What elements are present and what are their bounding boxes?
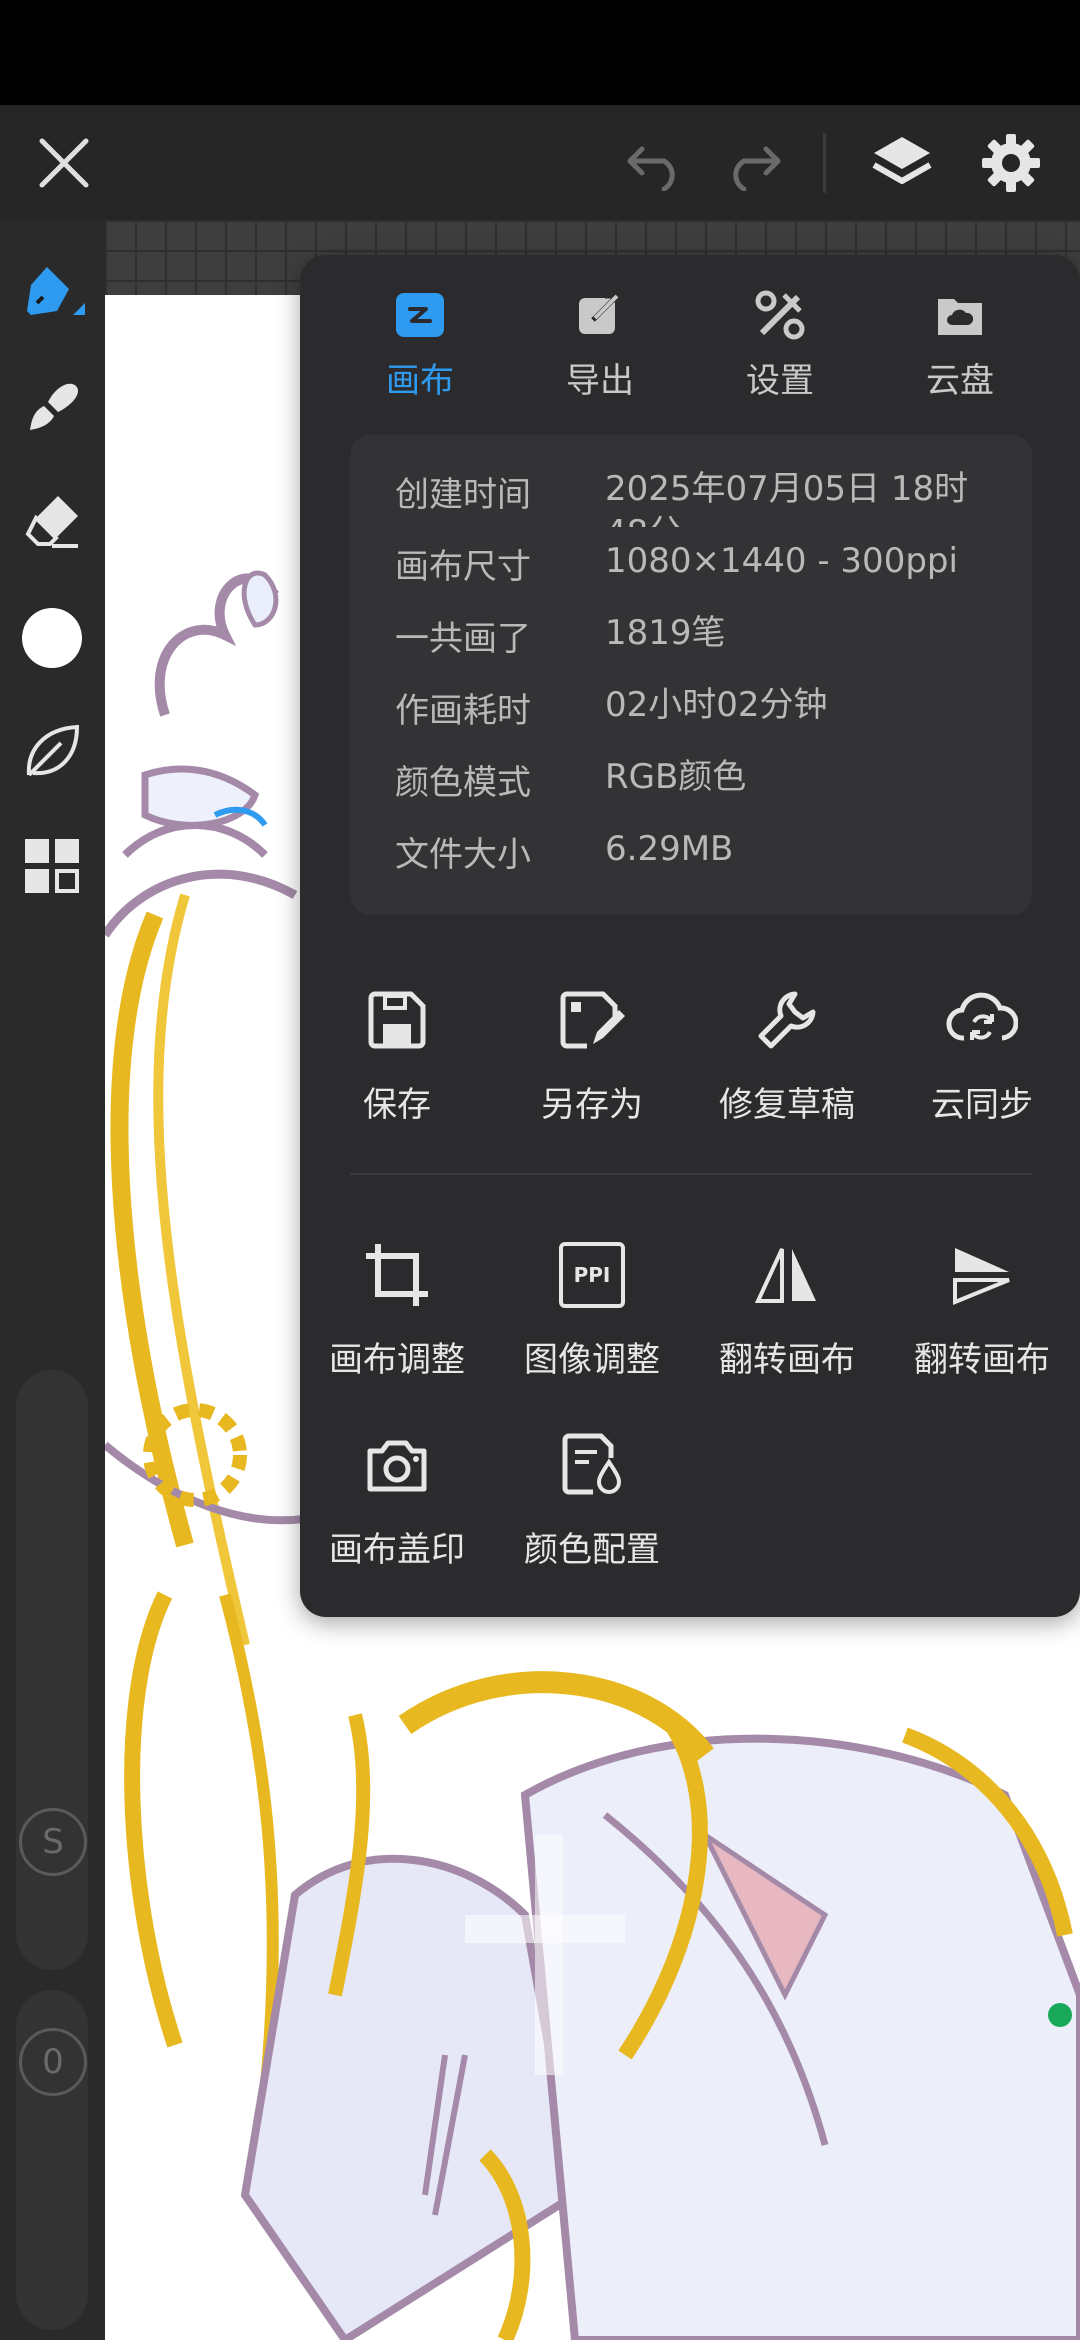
canvas-menu-panel: 画布 导出 设置 云盘 创建时间 2025年07月05日 18时48分 画布尺寸… bbox=[300, 255, 1080, 1617]
canvas-info-box: 创建时间 2025年07月05日 18时48分 画布尺寸 1080×1440 -… bbox=[350, 435, 1032, 915]
flip-vertical-icon bbox=[953, 1248, 1010, 1305]
crop-icon bbox=[366, 1244, 428, 1306]
color-dot[interactable] bbox=[16, 602, 88, 674]
eraser-icon[interactable] bbox=[16, 484, 88, 556]
action-label: 画布盖印 bbox=[329, 1530, 465, 1570]
slider-opacity-label: 0 bbox=[42, 2042, 64, 2082]
save-button[interactable]: 保存 bbox=[302, 975, 492, 1126]
image-adjust-button[interactable]: PPI 图像调整 bbox=[497, 1230, 687, 1381]
info-key: 一共画了 bbox=[395, 619, 531, 659]
pen-icon[interactable] bbox=[16, 258, 88, 330]
color-profile-icon bbox=[562, 1433, 622, 1495]
action-label: 颜色配置 bbox=[524, 1530, 660, 1570]
ppi-icon: PPI bbox=[559, 1242, 625, 1308]
tab-label: 设置 bbox=[746, 361, 814, 401]
tool-sidebar: S 0 bbox=[0, 220, 105, 2340]
info-row-file-size: 文件大小 6.29MB bbox=[395, 827, 995, 887]
info-value: 2025年07月05日 18时48分 bbox=[605, 469, 969, 527]
layers-icon[interactable] bbox=[866, 127, 938, 199]
info-key: 创建时间 bbox=[395, 475, 531, 515]
info-key: 文件大小 bbox=[395, 835, 531, 875]
info-value: 1819笔 bbox=[605, 613, 726, 653]
info-row-created: 创建时间 2025年07月05日 18时48分 bbox=[395, 467, 995, 527]
info-row-duration: 作画耗时 02小时02分钟 bbox=[395, 683, 995, 743]
tools-icon bbox=[755, 290, 805, 340]
info-row-size: 画布尺寸 1080×1440 - 300ppi bbox=[395, 539, 995, 599]
leaf-icon[interactable] bbox=[16, 716, 88, 788]
repair-draft-button[interactable]: 修复草稿 bbox=[692, 975, 882, 1126]
save-as-icon bbox=[560, 991, 625, 1049]
canvas-icon bbox=[396, 293, 444, 337]
redo-icon[interactable] bbox=[716, 127, 788, 199]
info-key: 作画耗时 bbox=[395, 691, 531, 731]
action-label: 画布调整 bbox=[329, 1340, 465, 1380]
tab-label: 导出 bbox=[566, 361, 634, 401]
action-label: 翻转画布 bbox=[914, 1340, 1050, 1380]
info-key: 画布尺寸 bbox=[395, 547, 531, 587]
tab-export[interactable]: 导出 bbox=[520, 285, 680, 402]
ppi-icon-text: PPI bbox=[573, 1263, 611, 1287]
grid-icon[interactable] bbox=[16, 830, 88, 902]
toolbar-divider bbox=[823, 133, 826, 193]
canvas-adjust-button[interactable]: 画布调整 bbox=[302, 1230, 492, 1381]
slider-size-label: S bbox=[42, 1822, 64, 1862]
canvas-stamp-button[interactable]: 画布盖印 bbox=[302, 1420, 492, 1571]
action-label: 修复草稿 bbox=[719, 1085, 855, 1125]
color-profile-button[interactable]: 颜色配置 bbox=[497, 1420, 687, 1571]
tab-canvas[interactable]: 画布 bbox=[340, 285, 500, 402]
info-row-color-mode: 颜色模式 RGB颜色 bbox=[395, 755, 995, 815]
info-row-strokes: 一共画了 1819笔 bbox=[395, 611, 995, 671]
info-key: 颜色模式 bbox=[395, 763, 531, 803]
tab-cloud-drive[interactable]: 云盘 bbox=[880, 285, 1040, 402]
info-value: RGB颜色 bbox=[605, 757, 747, 797]
flip-horizontal-icon bbox=[754, 1248, 816, 1303]
info-value: 02小时02分钟 bbox=[605, 685, 828, 725]
save-as-button[interactable]: 另存为 bbox=[497, 975, 687, 1126]
cloud-sync-button[interactable]: 云同步 bbox=[887, 975, 1077, 1126]
status-bar bbox=[0, 0, 1080, 105]
opacity-slider[interactable]: 0 bbox=[16, 1990, 88, 2330]
smudge-icon[interactable] bbox=[16, 370, 88, 442]
gear-icon[interactable] bbox=[975, 127, 1047, 199]
tab-label: 云盘 bbox=[926, 361, 994, 401]
info-value: 6.29MB bbox=[605, 829, 734, 869]
menu-divider bbox=[350, 1173, 1032, 1175]
export-icon bbox=[579, 293, 622, 334]
cloud-drive-icon bbox=[938, 299, 982, 335]
close-icon[interactable] bbox=[28, 127, 100, 199]
tab-label: 画布 bbox=[386, 361, 454, 401]
tab-settings[interactable]: 设置 bbox=[700, 285, 860, 402]
flip-canvas-horizontal-button[interactable]: 翻转画布 bbox=[692, 1230, 882, 1381]
top-toolbar bbox=[0, 105, 1080, 220]
flip-canvas-vertical-button[interactable]: 翻转画布 bbox=[887, 1230, 1077, 1381]
action-label: 另存为 bbox=[541, 1085, 643, 1125]
action-label: 云同步 bbox=[931, 1085, 1033, 1125]
action-label: 翻转画布 bbox=[719, 1340, 855, 1380]
cloud-sync-icon bbox=[946, 992, 1018, 1041]
brush-size-handle[interactable]: S bbox=[19, 1808, 87, 1876]
camera-icon bbox=[367, 1440, 427, 1492]
info-value: 1080×1440 - 300ppi bbox=[605, 541, 958, 581]
save-icon bbox=[368, 991, 426, 1049]
action-label: 保存 bbox=[363, 1085, 431, 1125]
brush-size-slider[interactable]: S bbox=[16, 1370, 88, 1970]
wrench-icon bbox=[758, 991, 816, 1049]
action-label: 图像调整 bbox=[524, 1340, 660, 1380]
undo-icon[interactable] bbox=[620, 127, 692, 199]
opacity-handle[interactable]: 0 bbox=[19, 2028, 87, 2096]
